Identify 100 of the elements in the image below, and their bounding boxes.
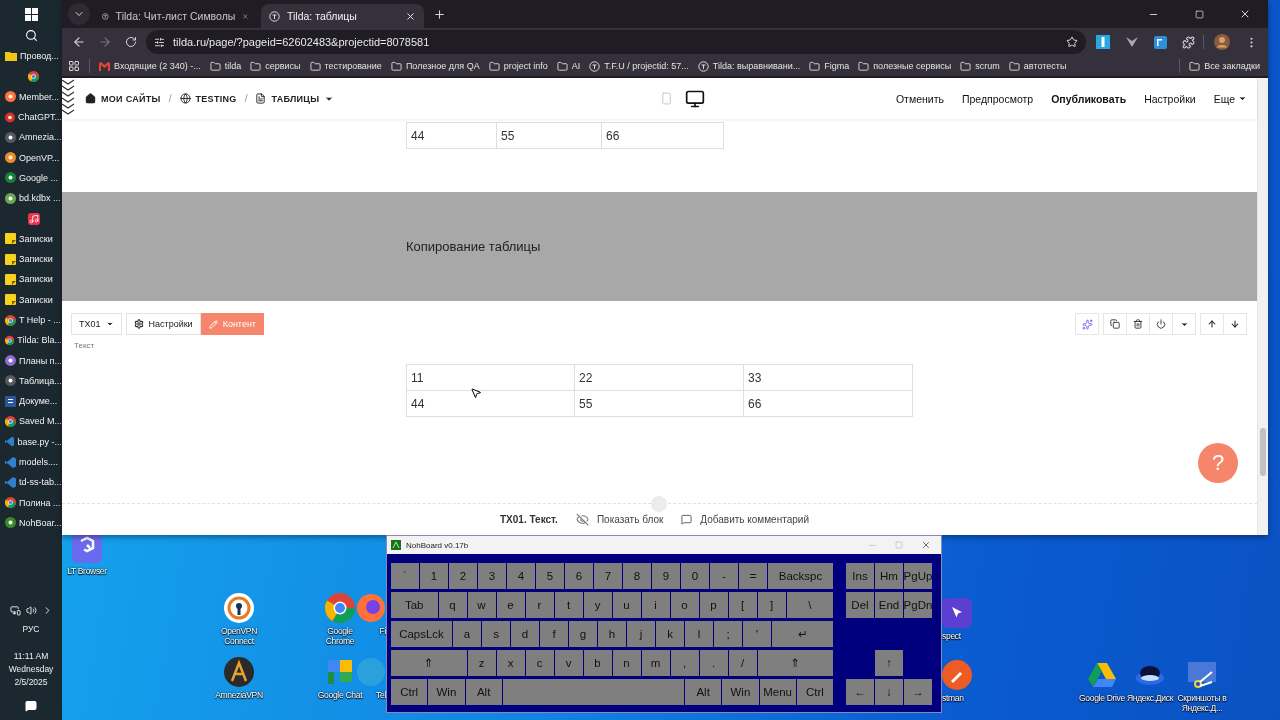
close-icon[interactable] (1239, 8, 1251, 20)
breadcrumb-link[interactable]: TESTING (179, 93, 237, 104)
taskbar-item[interactable]: Записки (0, 289, 62, 310)
keyboard-key[interactable]: 3 (478, 563, 506, 589)
taskbar-item[interactable]: Записки (0, 228, 62, 249)
start-icon[interactable] (24, 8, 38, 21)
taskbar-item[interactable]: Saved M... (0, 411, 62, 432)
table-cell[interactable]: 66 (743, 390, 913, 417)
language-indicator[interactable]: РУС (22, 624, 40, 635)
desktop-icon-label[interactable]: spect (942, 631, 961, 641)
keyboard-key[interactable]: Win (428, 679, 465, 705)
bookmark-star-icon[interactable] (1066, 36, 1078, 48)
bookmark[interactable]: scrum (960, 60, 1000, 72)
keyboard-key[interactable]: [ (728, 592, 757, 618)
maximize-icon[interactable] (1194, 9, 1204, 19)
browser-tab[interactable]: Tilda: таблицы (261, 4, 424, 28)
keyboard-key[interactable]: z (467, 650, 496, 676)
header-link[interactable]: Еще (1213, 92, 1247, 105)
search-icon[interactable] (24, 29, 38, 42)
keyboard-key[interactable]: , (670, 650, 699, 676)
keyboard-key[interactable]: w (467, 592, 496, 618)
keyboard-key[interactable]: ⇑ (391, 650, 467, 676)
extension-icon[interactable] (1126, 36, 1138, 48)
taskbar-item[interactable]: Полина ... (0, 492, 62, 513)
breadcrumb-link[interactable]: ТАБЛИЦЫ (255, 93, 335, 104)
keyboard-key[interactable]: ↓ (875, 679, 903, 705)
bookmark[interactable]: Полезное для QA (390, 60, 480, 72)
breadcrumb-link[interactable]: МОИ САЙТЫ (85, 93, 161, 104)
bookmark[interactable]: AI (556, 60, 581, 72)
move-down-button[interactable] (1223, 313, 1247, 335)
bookmark[interactable]: Figma (809, 60, 850, 72)
keyboard-key[interactable]: = (739, 563, 767, 589)
keyboard-key[interactable]: End (875, 592, 903, 618)
keyboard-key[interactable]: ' (743, 621, 771, 647)
keyboard-key[interactable]: Alt (685, 679, 722, 705)
all-bookmarks[interactable]: Все закладки (1189, 60, 1260, 72)
keyboard-key[interactable]: Del (846, 592, 874, 618)
keyboard-key[interactable]: PgDn (904, 592, 932, 618)
keyboard-key[interactable]: / (728, 650, 757, 676)
taskbar-item[interactable]: Планы п... (0, 350, 62, 371)
taskbar-item[interactable]: T Help - ... (0, 309, 62, 331)
taskbar-item[interactable]: OpenVP... (0, 147, 62, 168)
header-link[interactable]: Настройки (1144, 92, 1196, 105)
desktop-view-icon[interactable] (685, 88, 705, 109)
close-icon[interactable] (405, 10, 416, 22)
keyboard-key[interactable]: - (710, 563, 738, 589)
app-icon[interactable] (1187, 660, 1217, 690)
keyboard-key[interactable]: i (641, 592, 670, 618)
header-link[interactable]: Предпросмотр (961, 92, 1034, 105)
keyboard-key[interactable]: s (482, 621, 510, 647)
keyboard-key[interactable]: u (612, 592, 641, 618)
keyboard-key[interactable]: ← (846, 679, 874, 705)
keyboard-key[interactable]: 9 (652, 563, 680, 589)
address-bar[interactable]: tilda.ru/page/?pageid=62602483&projectid=8078581 (146, 30, 1086, 54)
back-icon[interactable] (72, 35, 86, 49)
taskbar-item[interactable]: Member... (0, 86, 62, 107)
content-button[interactable]: Контент (200, 313, 264, 335)
desktop-icon-label[interactable]: Google Chrome (313, 626, 367, 646)
keyboard-key[interactable]: g (569, 621, 597, 647)
keyboard-key[interactable]: f (540, 621, 568, 647)
app-icon[interactable] (72, 533, 102, 563)
keyboard-key[interactable]: Menu (759, 679, 796, 705)
table-cell[interactable]: 33 (743, 364, 913, 391)
eye-off-icon[interactable] (575, 513, 589, 526)
keyboard-key[interactable]: 0 (681, 563, 709, 589)
show-block-link[interactable]: Показать блок (596, 514, 664, 525)
notifications-icon[interactable] (25, 700, 37, 712)
taskbar-item[interactable]: ChatGPT... (0, 106, 62, 128)
keyboard-key[interactable]: Ins (846, 563, 874, 589)
bookmark[interactable]: сервисы (250, 60, 301, 72)
settings-button[interactable]: Настройки (125, 313, 201, 335)
puzzle-icon[interactable] (1181, 35, 1195, 49)
keyboard-key[interactable]: Backspc (768, 563, 833, 589)
keyboard-key[interactable]: 6 (565, 563, 593, 589)
keyboard-key[interactable]: 1 (420, 563, 448, 589)
new-tab-icon[interactable] (432, 7, 446, 21)
bookmark[interactable]: Tilda: выравнивани... (697, 60, 801, 72)
extension-icon[interactable] (1154, 35, 1167, 49)
keyboard-key[interactable]: m (641, 650, 670, 676)
keyboard-key[interactable]: v (554, 650, 583, 676)
desktop-icon-label[interactable]: stman (942, 693, 964, 703)
keyboard-key[interactable]: p (699, 592, 728, 618)
bookmark[interactable]: Входящие (2 340) -... (99, 61, 201, 71)
duplicate-button[interactable] (1103, 313, 1127, 335)
keyboard-key[interactable]: ` (391, 563, 419, 589)
keyboard-key[interactable]: q (438, 592, 467, 618)
desktop-icon-label[interactable]: Яндекс.Диск (1126, 693, 1174, 703)
app-icon[interactable] (224, 657, 254, 687)
keyboard-key[interactable]: PgUp (904, 563, 932, 589)
keyboard-key[interactable]: d (511, 621, 539, 647)
delete-button[interactable] (1126, 313, 1150, 335)
taskbar-item[interactable]: Amnezia... (0, 127, 62, 148)
keyboard-key[interactable]: y (583, 592, 612, 618)
table-cell[interactable]: 44 (406, 390, 575, 417)
app-icon[interactable] (224, 593, 254, 623)
add-comment-link[interactable]: Добавить комментарий (700, 514, 809, 525)
taskbar-item[interactable]: Докуме... (0, 391, 62, 412)
bookmark[interactable]: тестирование (309, 60, 382, 72)
desktop-icon-label[interactable]: Fi (379, 626, 386, 636)
keyboard-key[interactable]: Hm (875, 563, 903, 589)
